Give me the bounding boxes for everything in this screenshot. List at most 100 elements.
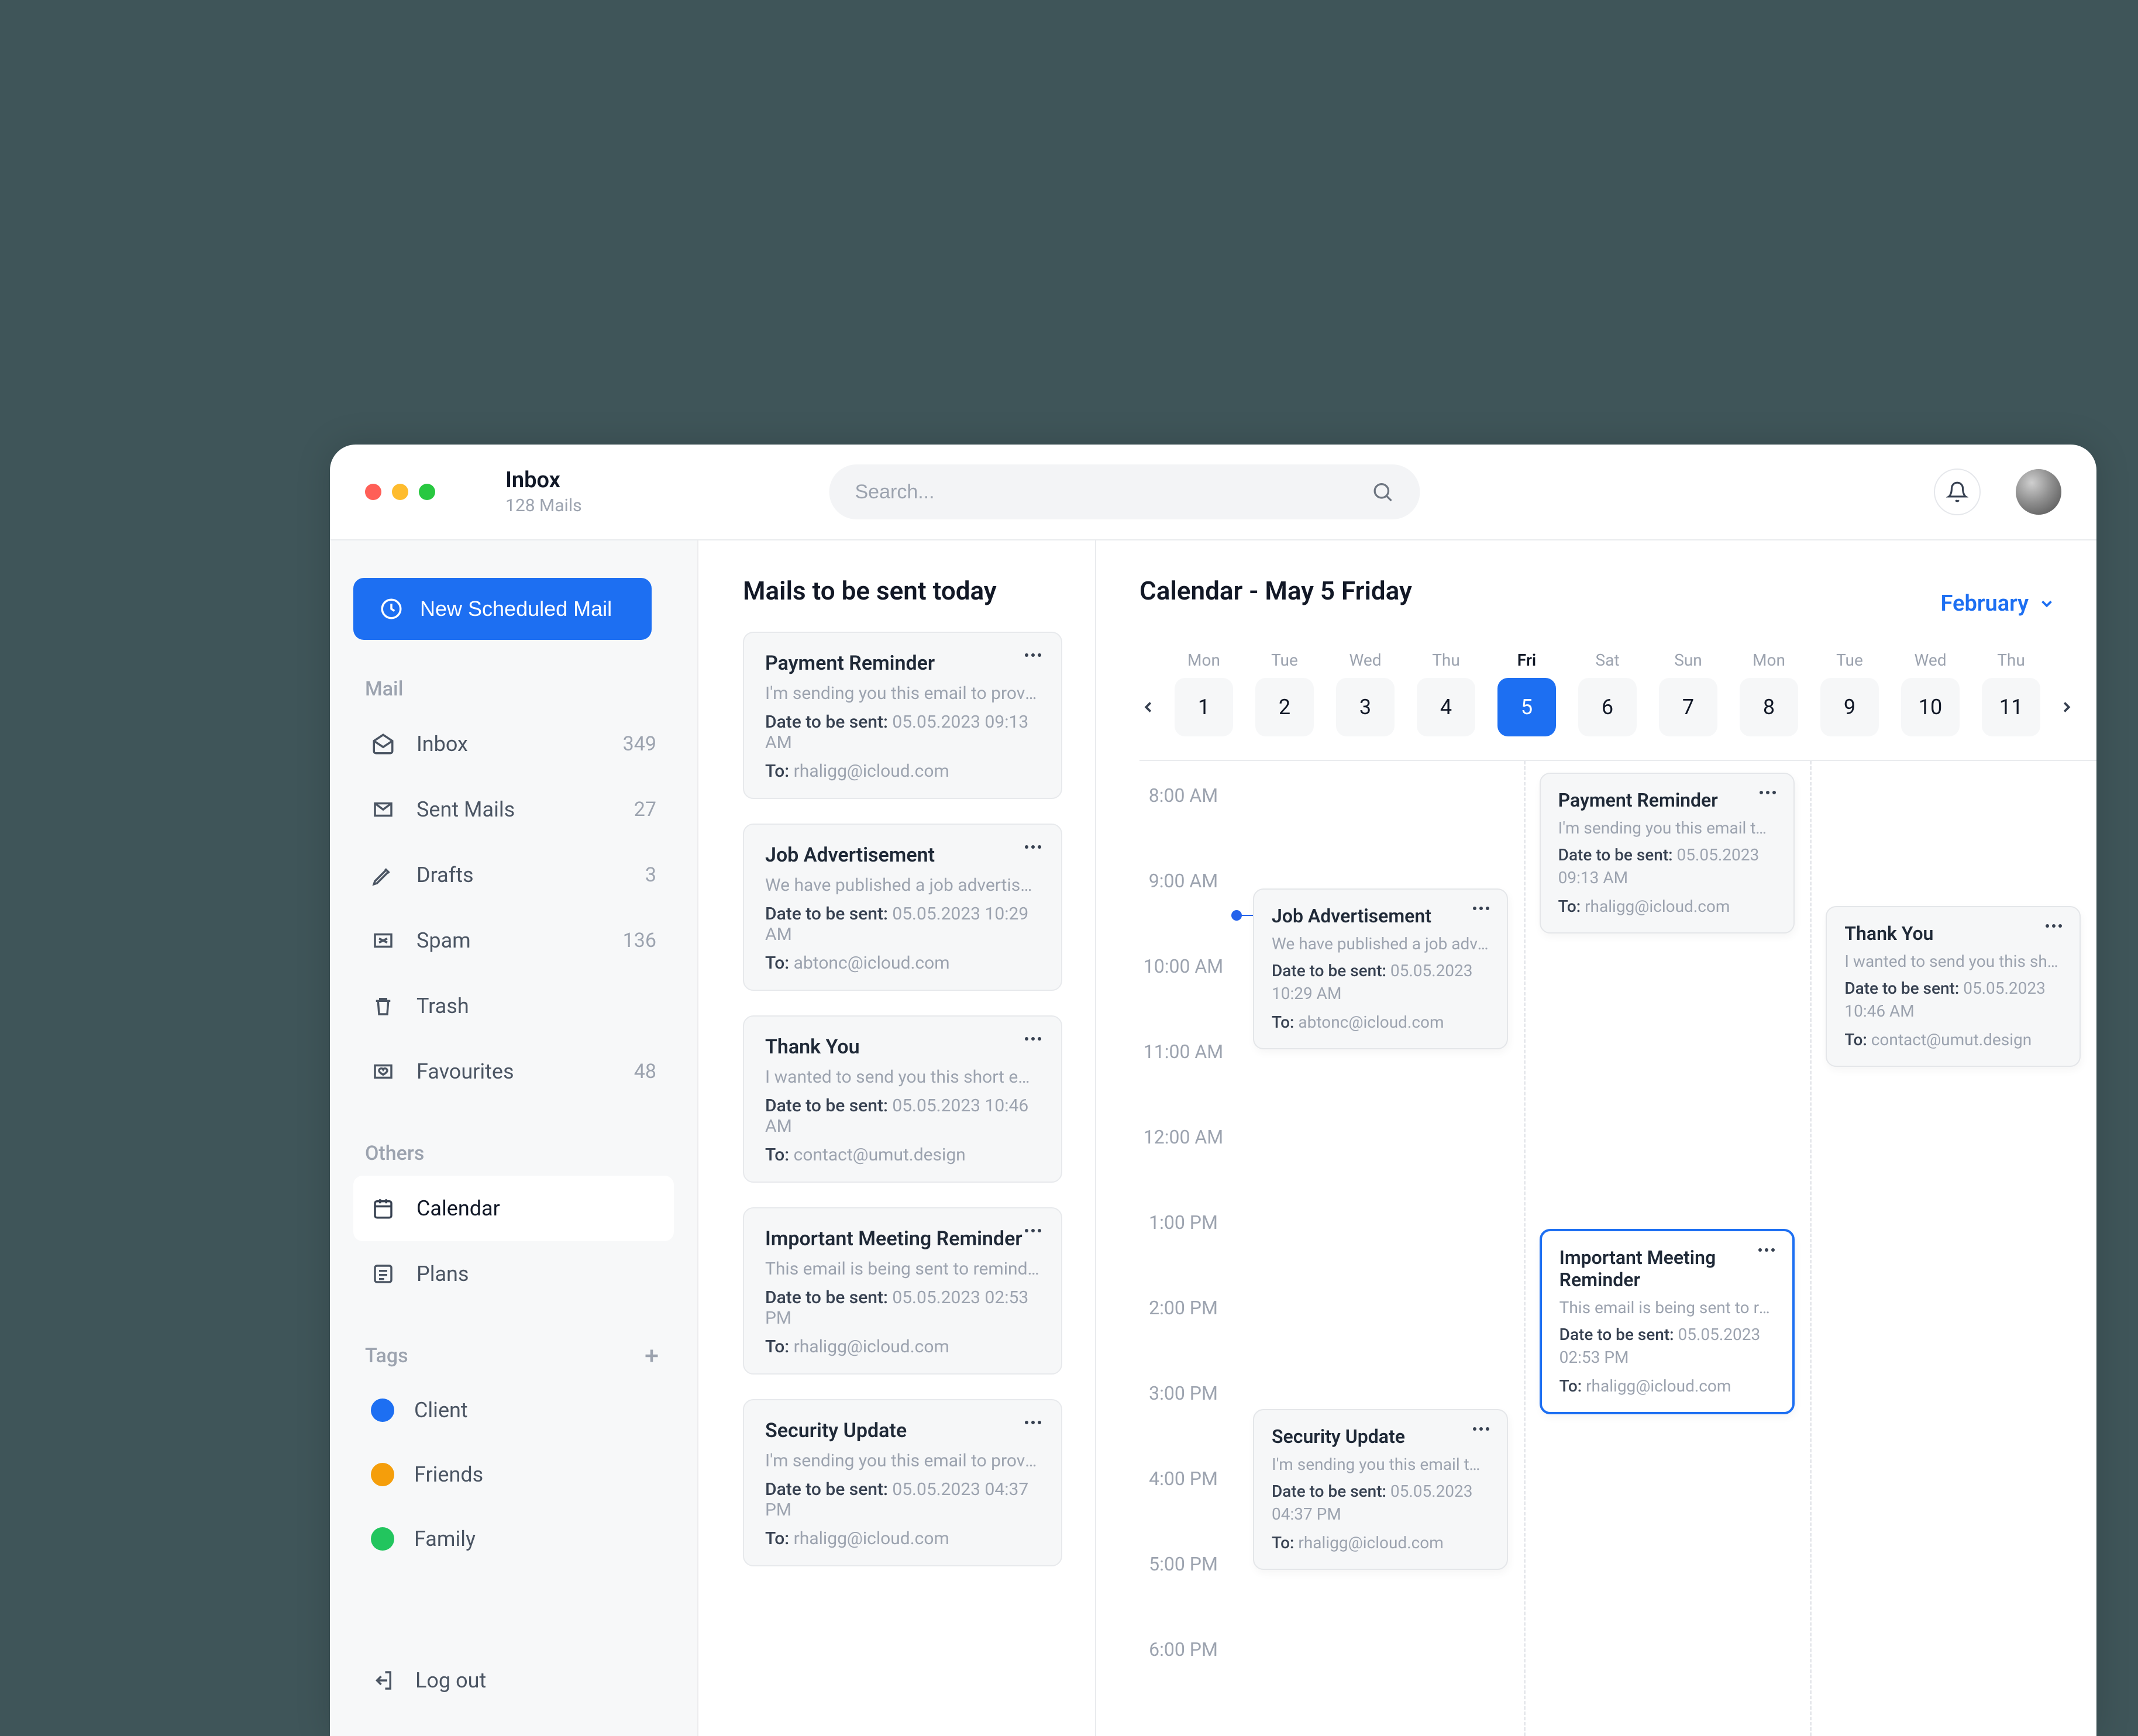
event-title: Payment Reminder [1558,789,1776,811]
event-card-meeting[interactable]: Important Meeting Reminder This email is… [1540,1229,1795,1414]
page-subtitle: 128 Mails [505,495,582,516]
tag-family[interactable]: Family [353,1507,674,1571]
avatar[interactable] [2016,469,2061,515]
event-card-payment[interactable]: Payment Reminder I'm sending you this em… [1540,773,1795,934]
day-number[interactable]: 5 [1497,678,1556,736]
maximize-icon[interactable] [419,484,435,500]
sidebar-item-count: 27 [634,798,656,821]
day-cell[interactable]: Thu11 [1982,650,2040,736]
tags-header: Tags [365,1344,662,1368]
day-number[interactable]: 9 [1820,678,1879,736]
more-icon[interactable] [1758,1244,1778,1256]
mail-card-body: I wanted to send you this short email... [765,1067,1040,1087]
day-cell[interactable]: Thu 4 [1417,650,1475,736]
time-label: 12:00 AM [1139,1126,1227,1211]
event-date: Date to be sent: 05.05.2023 10:29 AM [1272,959,1489,1005]
sidebar-item-sent[interactable]: Sent Mails 27 [353,777,674,842]
sidebar-item-drafts[interactable]: Drafts 3 [353,842,674,908]
event-card-security[interactable]: Security Update I'm sending you this ema… [1253,1409,1508,1570]
sidebar-item-trash[interactable]: Trash [353,973,674,1039]
event-to: To: rhaligg@icloud.com [1272,1531,1489,1554]
mail-card[interactable]: Security UpdateI'm sending you this emai… [743,1399,1062,1566]
search-bar[interactable] [829,464,1420,519]
close-icon[interactable] [365,484,381,500]
heart-mail-icon [371,1059,395,1084]
day-cell[interactable]: Wed3 [1336,650,1395,736]
more-icon[interactable] [2046,920,2065,932]
day-cell[interactable]: Fri5 [1497,650,1556,736]
time-label: 6:00 PM [1139,1638,1227,1724]
sidebar-item-count: 136 [623,929,656,952]
tag-friends[interactable]: Friends [353,1442,674,1507]
day-strip: Mon 1 Tue2 Wed3 Thu 4 Fri5 Sat6 Sun7 Mon8 Tue9 Wed1… [1139,650,2096,736]
event-to: To: abtonc@icloud.com [1272,1011,1489,1034]
sidebar-item-label: Plans [416,1262,469,1286]
notifications-button[interactable] [1934,469,1981,515]
day-cell[interactable]: Wed10 [1901,650,1960,736]
day-number[interactable]: 4 [1417,678,1475,736]
month-select[interactable]: February [1941,591,2056,616]
logout-button[interactable]: Log out [353,1651,674,1699]
new-scheduled-mail-button[interactable]: New Scheduled Mail [353,578,652,640]
next-week-button[interactable] [2058,678,2075,736]
day-number[interactable]: 11 [1982,678,2040,736]
day-cell[interactable]: Sat6 [1578,650,1637,736]
sidebar-item-plans[interactable]: Plans [353,1241,674,1307]
minimize-icon[interactable] [392,484,408,500]
more-icon[interactable] [1473,1423,1493,1435]
day-cell[interactable]: Mon8 [1740,650,1798,736]
tag-client[interactable]: Client [353,1378,674,1442]
more-icon[interactable] [1760,787,1779,798]
more-icon[interactable] [1025,1225,1045,1236]
timeline-lane: Job Advertisement We have published a jo… [1239,761,1524,1736]
mail-card[interactable]: Thank YouI wanted to send you this short… [743,1015,1062,1183]
day-number[interactable]: 3 [1336,678,1395,736]
mail-card[interactable]: Important Meeting ReminderThis email is … [743,1207,1062,1375]
chevron-left-icon [1139,698,1157,716]
sidebar-item-calendar[interactable]: Calendar [353,1176,674,1241]
day-number[interactable]: 8 [1740,678,1798,736]
day-number[interactable]: 2 [1255,678,1314,736]
tag-label: Friends [414,1462,483,1487]
section-mail-label: Mail [365,677,674,701]
sidebar-item-favourites[interactable]: Favourites 48 [353,1039,674,1104]
event-body: This email is being sent to rem... [1559,1298,1775,1317]
time-labels: 8:00 AM9:00 AM10:00 AM11:00 AM12:00 AM1:… [1139,784,1227,1724]
day-cell[interactable]: Sun7 [1659,650,1717,736]
day-of-week: Mon [1187,650,1220,670]
day-cell[interactable]: Tue9 [1820,650,1879,736]
clock-icon [379,597,404,621]
event-body: I wanted to send you this shor... [1844,952,2062,971]
more-icon[interactable] [1025,649,1045,661]
search-input[interactable] [855,481,1371,504]
plus-icon[interactable] [641,1345,662,1366]
page-title: Inbox [505,468,582,494]
sidebar-item-spam[interactable]: Spam 136 [353,908,674,973]
more-icon[interactable] [1025,1033,1045,1045]
event-title: Important Meeting Reminder [1559,1246,1775,1291]
mail-card[interactable]: Job AdvertisementWe have published a job… [743,824,1062,991]
event-card-job-ad[interactable]: Job Advertisement We have published a jo… [1253,888,1508,1049]
logout-icon [371,1668,395,1693]
mail-card-title: Security Update [765,1419,1040,1442]
day-of-week: Thu [1432,650,1460,670]
more-icon[interactable] [1025,841,1045,853]
mail-list-heading: Mails to be sent today [743,576,1072,606]
event-body: I'm sending you this email to p... [1272,1455,1489,1474]
mail-card[interactable]: Payment ReminderI'm sending you this ema… [743,632,1062,799]
prev-week-button[interactable] [1139,678,1157,736]
day-number[interactable]: 6 [1578,678,1637,736]
sidebar-item-inbox[interactable]: Inbox 349 [353,711,674,777]
day-cell[interactable]: Tue2 [1255,650,1314,736]
send-icon [371,797,395,822]
more-icon[interactable] [1473,903,1493,914]
day-number[interactable]: 10 [1901,678,1960,736]
more-icon[interactable] [1025,1417,1045,1428]
mail-card-title: Payment Reminder [765,652,1040,675]
day-number[interactable]: 7 [1659,678,1717,736]
tag-dot-icon [371,1527,394,1551]
day-cell[interactable]: Mon 1 [1175,650,1233,736]
time-label: 10:00 AM [1139,955,1227,1041]
day-number[interactable]: 1 [1175,678,1233,736]
event-card-thankyou[interactable]: Thank You I wanted to send you this shor… [1826,906,2081,1067]
